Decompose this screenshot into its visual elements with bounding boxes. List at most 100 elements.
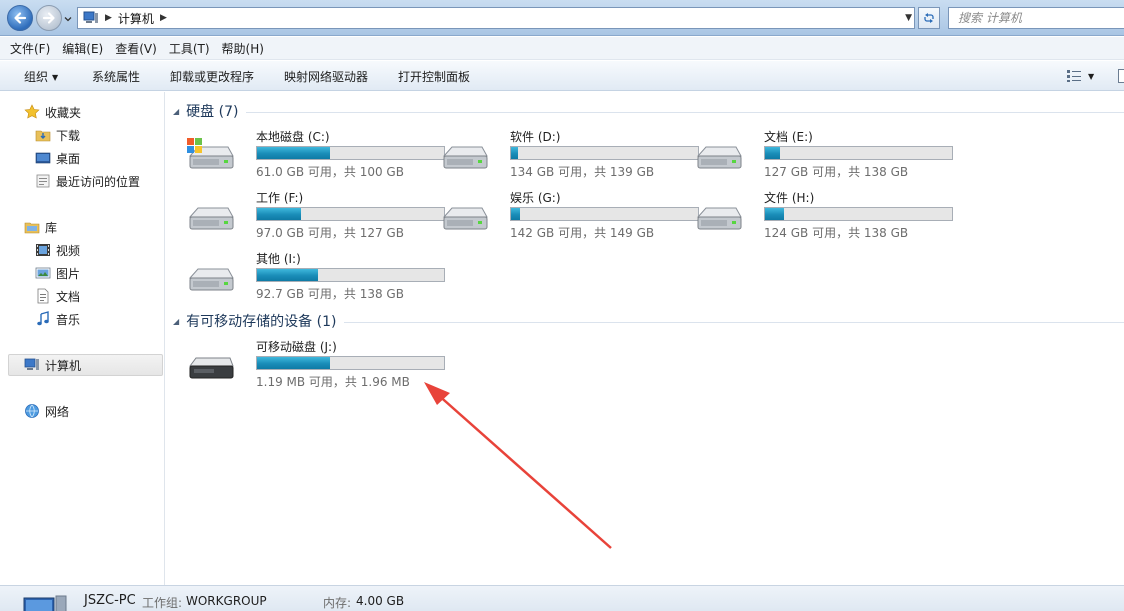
organize-button[interactable]: 组织 ▼ (24, 68, 58, 85)
sidebar-item-music[interactable]: 音乐 (35, 308, 80, 330)
drive-item[interactable]: 可移动磁盘 (J:) 1.19 MB 可用，共 1.96 MB (186, 338, 445, 394)
breadcrumb-separator[interactable]: ▶ (160, 13, 167, 23)
drive-item[interactable]: 娱乐 (G:) 142 GB 可用，共 149 GB (440, 189, 699, 245)
forward-button[interactable] (36, 5, 62, 31)
sidebar-item-label: 收藏夹 (45, 105, 82, 120)
group-title: 有可移动存储的设备 (1) (186, 314, 337, 330)
chevron-down-icon: ▼ (1088, 71, 1095, 81)
arrow-left-icon (14, 12, 27, 24)
menu-bar: 文件(F) 编辑(E) 查看(V) 工具(T) 帮助(H) (0, 37, 1124, 60)
sidebar-item-desktop[interactable]: 桌面 (35, 147, 80, 169)
organize-label: 组织 (24, 70, 49, 84)
removable-drive-icon (189, 357, 234, 379)
sidebar-item-label: 音乐 (56, 312, 81, 327)
drive-usage-bar (764, 207, 953, 221)
navigation-pane: 收藏夹 下载 桌面 最近访问的位置 库 视频 图片 文档 音乐 计算机 网络 (0, 92, 165, 585)
recent-pages-dropdown[interactable] (63, 13, 73, 23)
drive-usage-fill (257, 269, 319, 281)
menu-tools[interactable]: 工具(T) (169, 40, 210, 57)
downloads-folder-icon (35, 130, 51, 142)
drive-usage-fill (511, 147, 518, 159)
group-header-hard-disks[interactable]: ◢ 硬盘 (7) (166, 100, 1124, 122)
group-header-removable[interactable]: ◢ 有可移动存储的设备 (1) (166, 310, 1124, 332)
menu-help[interactable]: 帮助(H) (222, 40, 264, 57)
drive-name: 工作 (F:) (256, 191, 304, 205)
change-view-button[interactable]: ▼ (1066, 67, 1104, 85)
sidebar-item-label: 视频 (56, 243, 81, 258)
search-input[interactable]: 搜索 计算机 (948, 7, 1124, 29)
drive-space-info: 127 GB 可用，共 138 GB (764, 165, 909, 179)
drive-item[interactable]: 工作 (F:) 97.0 GB 可用，共 127 GB (186, 189, 445, 245)
map-network-drive-button[interactable]: 映射网络驱动器 (284, 68, 368, 85)
computer-icon (83, 11, 98, 23)
address-bar[interactable]: ▶ 计算机 ▶ ▼ (77, 7, 915, 29)
refresh-button[interactable] (918, 7, 940, 29)
sidebar-item-network[interactable]: 网络 (24, 400, 69, 422)
open-control-panel-button[interactable]: 打开控制面板 (398, 68, 470, 85)
drive-space-info: 124 GB 可用，共 138 GB (764, 226, 909, 240)
drive-name: 其他 (I:) (256, 252, 301, 266)
memory-value: 4.00 GB (356, 594, 405, 608)
computer-icon (24, 358, 39, 370)
sidebar-item-computer[interactable]: 计算机 (8, 354, 163, 376)
music-icon (37, 311, 49, 326)
sidebar-item-label: 最近访问的位置 (56, 174, 141, 189)
drive-usage-fill (511, 208, 520, 220)
collapse-triangle-icon[interactable]: ◢ (173, 317, 179, 326)
drive-item[interactable]: 文档 (E:) 127 GB 可用，共 138 GB (694, 128, 953, 184)
command-bar: 组织 ▼ 系统属性 卸载或更改程序 映射网络驱动器 打开控制面板 ▼ (0, 61, 1124, 91)
hard-drive-icon (696, 207, 742, 230)
drive-item[interactable]: 其他 (I:) 92.7 GB 可用，共 138 GB (186, 250, 445, 306)
drive-space-info: 134 GB 可用，共 139 GB (510, 165, 655, 179)
sidebar-item-favorites[interactable]: 收藏夹 (24, 101, 81, 123)
drive-usage-bar (510, 146, 699, 160)
chevron-down-icon: ▼ (52, 73, 59, 82)
drive-name: 可移动磁盘 (J:) (256, 340, 337, 354)
workgroup-value: WORKGROUP (186, 594, 267, 608)
sidebar-item-label: 网络 (45, 404, 70, 419)
hard-drive-icon (188, 207, 234, 230)
preview-pane-button[interactable] (1118, 69, 1124, 83)
pictures-icon (35, 267, 51, 279)
drive-item[interactable]: 软件 (D:) 134 GB 可用，共 139 GB (440, 128, 699, 184)
system-properties-button[interactable]: 系统属性 (92, 68, 140, 85)
star-icon (24, 104, 40, 119)
drive-space-info: 61.0 GB 可用，共 100 GB (256, 165, 404, 179)
hard-drive-icon (442, 207, 488, 230)
uninstall-program-button[interactable]: 卸载或更改程序 (170, 68, 254, 85)
collapse-triangle-icon[interactable]: ◢ (173, 107, 179, 116)
drive-item[interactable]: 本地磁盘 (C:) 61.0 GB 可用，共 100 GB (186, 128, 445, 184)
hard-drive-icon (696, 146, 742, 169)
breadcrumb-separator[interactable]: ▶ (105, 13, 112, 23)
view-details-icon (1067, 70, 1081, 82)
sidebar-item-label: 桌面 (56, 151, 81, 166)
drive-space-info: 97.0 GB 可用，共 127 GB (256, 226, 404, 240)
sidebar-item-recent-places[interactable]: 最近访问的位置 (35, 170, 140, 192)
sidebar-item-pictures[interactable]: 图片 (35, 262, 80, 284)
group-divider (246, 111, 1124, 113)
breadcrumb-computer[interactable]: 计算机 (118, 10, 154, 27)
chevron-down-icon (64, 17, 72, 22)
sidebar-item-downloads[interactable]: 下载 (35, 124, 80, 146)
memory-label: 内存: (323, 596, 352, 610)
sidebar-item-videos[interactable]: 视频 (35, 239, 80, 261)
sidebar-item-label: 文档 (56, 289, 81, 304)
refresh-icon (924, 13, 934, 23)
menu-file[interactable]: 文件(F) (10, 40, 50, 57)
drive-name: 文档 (E:) (764, 130, 813, 144)
drive-item[interactable]: 文件 (H:) 124 GB 可用，共 138 GB (694, 189, 953, 245)
sidebar-item-libraries[interactable]: 库 (24, 216, 57, 238)
menu-edit[interactable]: 编辑(E) (62, 40, 103, 57)
document-icon (37, 288, 49, 304)
menu-view[interactable]: 查看(V) (115, 40, 157, 57)
address-dropdown[interactable]: ▼ (905, 13, 912, 23)
computer-name: JSZC-PC (84, 593, 136, 608)
sidebar-item-label: 库 (45, 220, 58, 235)
drive-usage-bar (764, 146, 953, 160)
drive-usage-fill (765, 208, 784, 220)
back-button[interactable] (7, 5, 33, 31)
sidebar-item-documents[interactable]: 文档 (35, 285, 80, 307)
group-divider (344, 321, 1124, 323)
drive-name: 本地磁盘 (C:) (256, 130, 330, 144)
desktop-icon (35, 152, 51, 164)
